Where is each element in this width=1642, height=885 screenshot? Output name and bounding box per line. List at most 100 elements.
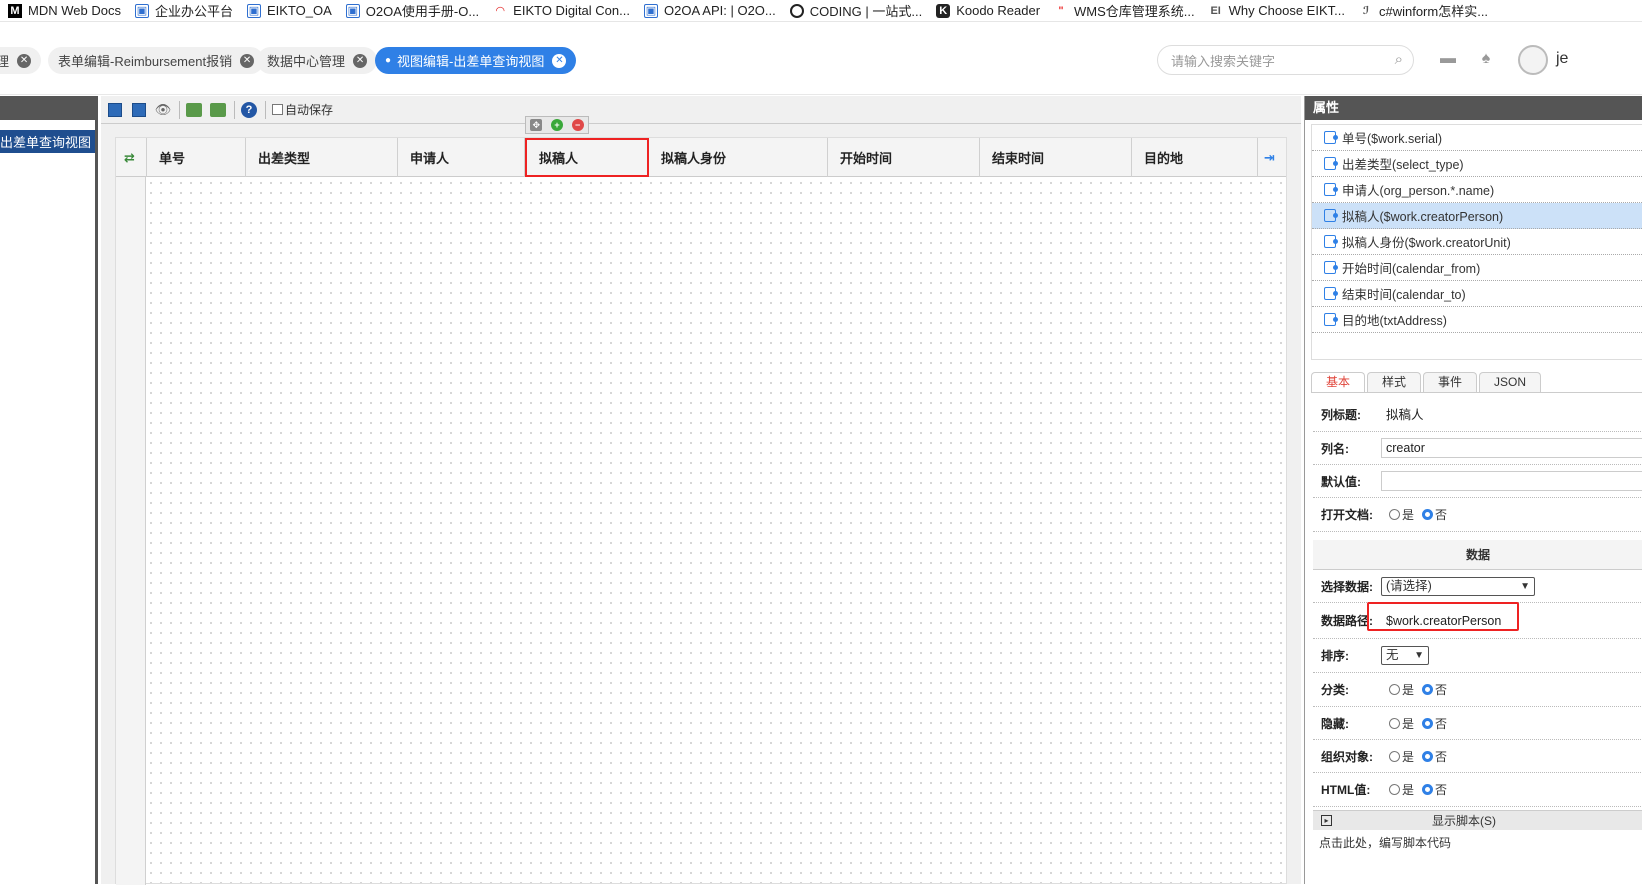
close-icon[interactable]: ✕ bbox=[17, 53, 32, 68]
column-header[interactable]: 目的地 bbox=[1132, 138, 1258, 177]
export-button[interactable] bbox=[184, 100, 204, 120]
expand-icon[interactable]: ▸ bbox=[1321, 815, 1332, 826]
radio-circle[interactable] bbox=[1389, 717, 1400, 729]
column-header[interactable]: 开始时间 bbox=[828, 138, 980, 177]
bookmark-koodo[interactable]: K Koodo Reader bbox=[936, 3, 1040, 18]
radio-circle[interactable] bbox=[1389, 509, 1400, 520]
org-no-radio[interactable]: 否 bbox=[1422, 748, 1447, 765]
column-header-selected[interactable]: 拟稿人 bbox=[525, 138, 649, 177]
bookmark-csharp[interactable]: ℐc#winform怎样实... bbox=[1359, 1, 1488, 20]
list-item[interactable]: 申请人(org_person.*.name) bbox=[1312, 177, 1642, 203]
view-canvas[interactable]: ⇄ 单号 出差类型 申请人 拟稿人 拟稿人身份 开始时间 结束时间 目的地 ⇥ bbox=[115, 137, 1287, 885]
column-name-row: 列名: creator bbox=[1313, 432, 1642, 465]
html-no-radio[interactable]: 否 bbox=[1422, 781, 1447, 798]
tab-json[interactable]: JSON bbox=[1479, 372, 1542, 392]
group-yes-radio[interactable]: 是 bbox=[1389, 681, 1414, 698]
column-list: 单号($work.serial) 出差类型(select_type) 申请人(o… bbox=[1311, 124, 1642, 360]
list-item[interactable]: 结束时间(calendar_to) bbox=[1312, 281, 1642, 307]
delete-icon[interactable]: − bbox=[571, 119, 584, 131]
help-button[interactable]: ? bbox=[239, 100, 259, 120]
tab-form-edit[interactable]: 表单编辑-Reimbursement报销 ✕ bbox=[48, 47, 265, 74]
open-doc-no-radio[interactable]: 否 bbox=[1422, 506, 1447, 523]
add-column-icon[interactable]: ⇥ bbox=[1258, 138, 1286, 177]
tab-style[interactable]: 样式 bbox=[1367, 372, 1422, 392]
column-header[interactable]: 申请人 bbox=[398, 138, 525, 177]
hidden-row: 隐藏: 是 否 bbox=[1313, 707, 1642, 740]
save-button[interactable] bbox=[105, 100, 125, 120]
group-no-radio[interactable]: 否 bbox=[1422, 681, 1447, 698]
refresh-icon[interactable]: ⇄ bbox=[116, 138, 147, 177]
select-data-dropdown[interactable]: (请选择) ▼ bbox=[1381, 576, 1535, 596]
wms-icon: " bbox=[1058, 4, 1064, 17]
bookmark-eikto-oa[interactable]: ▣ EIKTO_OA bbox=[246, 3, 332, 18]
radio-circle-checked[interactable] bbox=[1422, 784, 1434, 795]
default-value-field[interactable] bbox=[1381, 471, 1642, 491]
org-yes-radio[interactable]: 是 bbox=[1389, 748, 1414, 765]
tab-view-edit[interactable]: ● 视图编辑-出差单查询视图 ✕ bbox=[375, 47, 577, 74]
script-hint[interactable]: 点击此处，编写脚本代码 bbox=[1319, 834, 1451, 851]
avatar[interactable] bbox=[1518, 45, 1548, 75]
column-header[interactable]: 单号 bbox=[147, 138, 246, 177]
column-header[interactable]: 结束时间 bbox=[980, 138, 1132, 177]
list-item[interactable]: 目的地(txtAddress) bbox=[1312, 307, 1642, 333]
save-as-button[interactable] bbox=[129, 100, 149, 120]
radio-circle[interactable] bbox=[1389, 784, 1400, 795]
search-input[interactable]: 请输入搜索关键字 ⌕ bbox=[1157, 45, 1414, 75]
tab-basic[interactable]: 基本 bbox=[1311, 372, 1366, 392]
doc-icon: ▣ bbox=[345, 3, 360, 18]
list-item[interactable]: 拟稿人身份($work.creatorUnit) bbox=[1312, 229, 1642, 255]
autosave-checkbox[interactable]: 自动保存 bbox=[272, 101, 333, 118]
radio-circle[interactable] bbox=[1389, 684, 1400, 695]
bookmark-coding[interactable]: CODING | 一站式... bbox=[789, 1, 922, 20]
field-icon bbox=[1324, 183, 1338, 196]
preview-button[interactable]: 👁 bbox=[153, 100, 173, 120]
org-object-label: 组织对象: bbox=[1321, 749, 1373, 764]
tab-label: 视图编辑-出差单查询视图 bbox=[397, 54, 545, 69]
list-item-label: 单号($work.serial) bbox=[1342, 132, 1443, 146]
bookmark-why[interactable]: EI Why Choose EIKT... bbox=[1209, 3, 1345, 18]
tab-manage[interactable]: 理 ✕ bbox=[0, 47, 42, 74]
search-icon[interactable]: ⌕ bbox=[1395, 51, 1403, 68]
column-header[interactable]: 出差类型 bbox=[246, 138, 398, 177]
close-icon[interactable]: ✕ bbox=[240, 53, 255, 68]
radio-circle-checked[interactable] bbox=[1422, 717, 1434, 729]
radio-circle-checked[interactable] bbox=[1422, 509, 1434, 520]
sort-dropdown[interactable]: 无 ▼ bbox=[1381, 646, 1429, 665]
radio-circle-checked[interactable] bbox=[1422, 684, 1434, 695]
hidden-no-radio[interactable]: 否 bbox=[1422, 715, 1447, 732]
close-icon[interactable]: ✕ bbox=[353, 53, 368, 68]
view-tree-item[interactable]: 出差单查询视图 bbox=[0, 130, 96, 153]
column-header[interactable]: 拟稿人身份 bbox=[649, 138, 828, 177]
tab-events[interactable]: 事件 bbox=[1423, 372, 1478, 392]
html-yes-radio[interactable]: 是 bbox=[1389, 781, 1414, 798]
close-icon[interactable]: ✕ bbox=[552, 53, 567, 68]
bookmark-mdn[interactable]: M MDN Web Docs bbox=[8, 3, 121, 18]
bookmark-wms[interactable]: " WMS仓库管理系统... bbox=[1054, 1, 1194, 20]
skin-icon[interactable]: ♠ bbox=[1476, 50, 1496, 70]
bookmark-office[interactable]: ▣ 企业办公平台 bbox=[134, 1, 233, 20]
bookmark-eikto-digital[interactable]: ◠ EIKTO Digital Con... bbox=[493, 3, 630, 18]
import-button[interactable] bbox=[208, 100, 228, 120]
column-name-field[interactable]: creator bbox=[1381, 438, 1642, 458]
properties-panel: 属性 单号($work.serial) 出差类型(select_type) 申请… bbox=[1304, 96, 1642, 884]
open-doc-yes-radio[interactable]: 是 bbox=[1389, 506, 1414, 523]
bookmark-o2oa-manual[interactable]: ▣ O2OA使用手册-O... bbox=[345, 1, 479, 20]
group-label: 分类: bbox=[1321, 683, 1349, 697]
list-item[interactable]: 出差类型(select_type) bbox=[1312, 151, 1642, 177]
column-title-field[interactable]: 拟稿人 bbox=[1381, 404, 1642, 425]
show-script-bar[interactable]: ▸ 显示脚本(S) bbox=[1313, 810, 1642, 830]
list-item-selected[interactable]: 拟稿人($work.creatorPerson) bbox=[1312, 203, 1642, 229]
list-item[interactable]: 开始时间(calendar_from) bbox=[1312, 255, 1642, 281]
message-icon[interactable]: ▬ bbox=[1438, 50, 1458, 70]
add-icon[interactable]: + bbox=[550, 119, 563, 131]
list-item[interactable]: 单号($work.serial) bbox=[1312, 125, 1642, 151]
hidden-yes-radio[interactable]: 是 bbox=[1389, 715, 1414, 732]
move-icon[interactable]: ✥ bbox=[530, 119, 543, 131]
tab-data-center[interactable]: 数据中心管理 ✕ bbox=[257, 47, 378, 74]
list-item-label: 结束时间(calendar_to) bbox=[1342, 288, 1466, 302]
user-name[interactable]: je bbox=[1556, 50, 1568, 68]
radio-circle-checked[interactable] bbox=[1422, 750, 1434, 762]
radio-circle[interactable] bbox=[1389, 750, 1400, 762]
bookmark-o2oa-api[interactable]: ▣ O2OA API: | O2O... bbox=[643, 3, 776, 18]
checkbox-box[interactable] bbox=[272, 104, 283, 115]
